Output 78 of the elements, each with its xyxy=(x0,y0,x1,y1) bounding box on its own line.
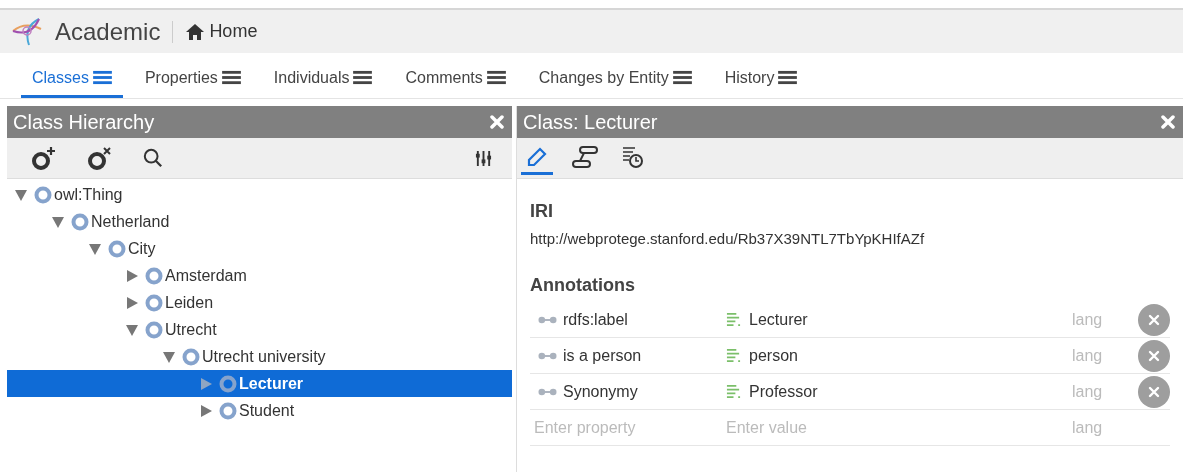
search-icon[interactable] xyxy=(143,148,163,168)
tree-item[interactable]: Amsterdam xyxy=(7,262,512,289)
annotation-value[interactable]: Lecturer xyxy=(749,310,808,329)
class-icon xyxy=(145,293,163,312)
menu-icon xyxy=(92,70,112,85)
home-link[interactable]: Home xyxy=(185,21,258,42)
caret-down-icon[interactable] xyxy=(88,241,102,256)
property-name[interactable]: is a person xyxy=(563,346,642,365)
tree-item[interactable]: Utrecht xyxy=(7,316,512,343)
lang-field[interactable]: lang xyxy=(1070,381,1134,402)
caret-right-icon[interactable] xyxy=(125,295,139,310)
menu-icon xyxy=(672,70,692,85)
remove-button[interactable] xyxy=(1138,303,1170,336)
text-value-icon xyxy=(726,312,741,327)
panel-title: Class Hierarchy xyxy=(13,110,155,134)
property-icon xyxy=(538,386,557,397)
tab[interactable]: Comments xyxy=(394,60,517,98)
remove-button[interactable] xyxy=(1138,375,1170,408)
property-name[interactable]: rdfs:label xyxy=(563,310,628,329)
tab[interactable]: Properties xyxy=(133,60,252,98)
close-icon xyxy=(1148,313,1160,326)
project-title: Academic xyxy=(55,17,161,46)
remove-button[interactable] xyxy=(1138,339,1170,372)
section-heading: IRI xyxy=(530,201,554,222)
tree-item[interactable]: Student xyxy=(7,397,512,424)
add-class-icon[interactable] xyxy=(31,146,57,170)
close-icon[interactable] xyxy=(1161,115,1175,129)
lang-field[interactable]: lang xyxy=(1070,345,1134,366)
caret-right-icon[interactable] xyxy=(199,403,213,418)
section-heading: Annotations xyxy=(530,275,636,296)
tree-item[interactable]: Netherland xyxy=(7,208,512,235)
lang-field[interactable]: lang xyxy=(1070,417,1134,438)
class-icon xyxy=(145,266,163,285)
tree-item[interactable]: Leiden xyxy=(7,289,512,316)
property-icon xyxy=(538,314,557,325)
class-icon xyxy=(182,347,200,366)
caret-down-icon[interactable] xyxy=(14,187,28,202)
tree-item[interactable]: City xyxy=(7,235,512,262)
class-icon xyxy=(71,212,89,231)
annotation-value[interactable]: person xyxy=(749,346,798,365)
class-icon xyxy=(108,239,126,258)
menu-icon xyxy=(778,70,798,85)
close-icon xyxy=(1148,385,1160,398)
tree-item[interactable]: owl:Thing xyxy=(7,181,512,208)
class-icon xyxy=(219,374,237,393)
settings-icon[interactable] xyxy=(475,149,492,167)
class-icon xyxy=(145,320,163,339)
close-icon xyxy=(1148,349,1160,362)
tree-item[interactable]: Utrecht university xyxy=(7,343,512,370)
caret-down-icon[interactable] xyxy=(162,349,176,364)
menu-icon xyxy=(486,70,506,85)
class-icon xyxy=(219,401,237,420)
delete-class-icon[interactable] xyxy=(87,146,113,170)
home-icon xyxy=(185,22,206,41)
menu-icon xyxy=(221,70,241,85)
history-icon xyxy=(621,144,645,169)
tree-item[interactable]: Lecturer xyxy=(7,370,512,397)
lang-field[interactable]: lang xyxy=(1070,309,1134,330)
class-icon xyxy=(34,185,52,204)
text-value-icon xyxy=(726,348,741,363)
value-field[interactable]: Enter value xyxy=(726,413,1070,442)
property-name[interactable]: Synonymy xyxy=(563,382,638,401)
tab[interactable]: Changes by Entity xyxy=(527,60,703,98)
caret-right-icon[interactable] xyxy=(125,268,139,283)
tab[interactable]: Classes xyxy=(21,60,123,98)
iri-text: http://webprotege.stanford.edu/Rb37X39NTL7TbYpKHIfAZf xyxy=(530,230,926,247)
text-value-icon xyxy=(726,384,741,399)
panel-title: Class: Lecturer xyxy=(523,110,658,134)
menu-icon xyxy=(353,70,373,85)
property-icon xyxy=(538,350,557,361)
tab[interactable]: History xyxy=(713,60,809,98)
tab[interactable]: Individuals xyxy=(262,60,384,98)
annotation-value[interactable]: Professor xyxy=(749,382,818,401)
close-icon[interactable] xyxy=(490,115,504,129)
caret-down-icon[interactable] xyxy=(51,214,65,229)
caret-down-icon[interactable] xyxy=(125,322,139,337)
property-field[interactable]: Enter property xyxy=(530,414,726,441)
graph-icon xyxy=(571,144,599,169)
